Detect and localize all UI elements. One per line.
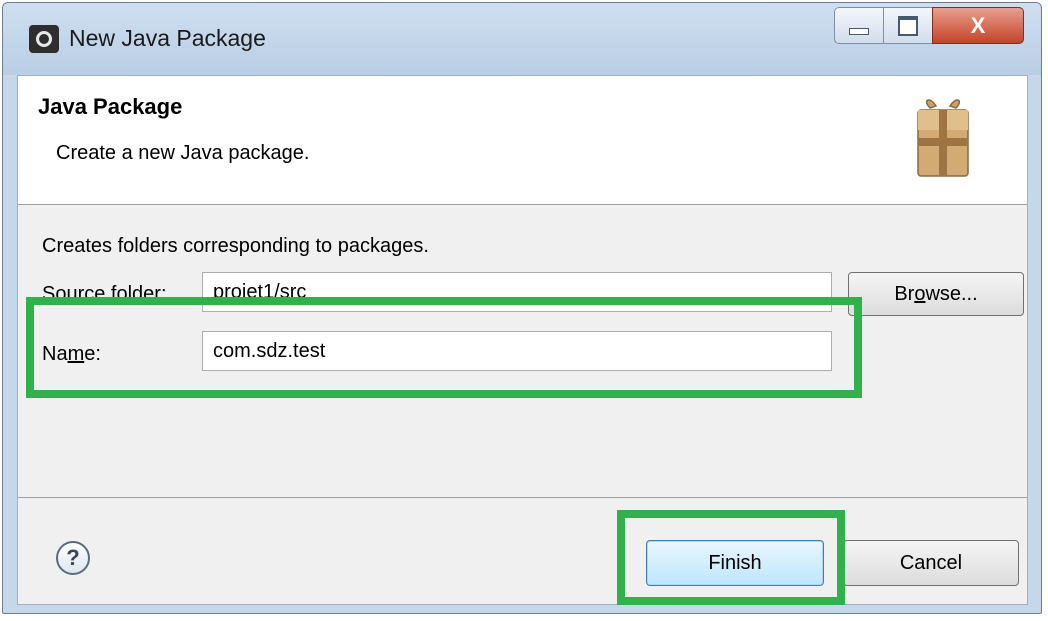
minimize-icon <box>849 28 869 35</box>
window-title: New Java Package <box>69 25 266 51</box>
cancel-button[interactable]: Cancel <box>843 540 1019 586</box>
close-button[interactable]: X <box>932 7 1024 44</box>
source-folder-input[interactable] <box>202 272 832 312</box>
help-icon[interactable]: ? <box>56 541 90 575</box>
eclipse-app-icon <box>29 25 59 53</box>
name-label-start: Na <box>42 343 68 365</box>
dialog-content: Java Package Create a new Java package. … <box>17 75 1028 605</box>
browse-label-mnemonic: o <box>914 282 926 305</box>
form-intro: Creates folders corresponding to package… <box>42 235 429 257</box>
page-title: Java Package <box>38 94 183 119</box>
minimize-button[interactable] <box>834 7 884 44</box>
maximize-button[interactable] <box>883 7 933 44</box>
browse-label-end: wse... <box>925 282 978 305</box>
browse-button[interactable]: Browse... <box>848 272 1024 316</box>
footer-divider <box>18 497 1027 498</box>
name-label-end: e: <box>84 343 101 365</box>
browse-label-start: Br <box>894 282 915 305</box>
finish-button[interactable]: Finish <box>646 540 824 586</box>
dialog-window: New Java Package X Java Package Create a… <box>2 2 1042 614</box>
name-label: Name: <box>42 343 101 366</box>
close-icon: X <box>970 12 986 38</box>
form-area: Creates folders corresponding to package… <box>18 205 1027 465</box>
source-folder-label: Source folder: <box>42 283 167 305</box>
title-bar[interactable]: New Java Package X <box>3 3 1041 75</box>
maximize-icon <box>898 15 918 36</box>
page-description: Create a new Java package. <box>56 142 310 164</box>
package-name-input[interactable] <box>202 331 832 371</box>
wizard-header: Java Package Create a new Java package. <box>18 76 1027 205</box>
package-icon <box>917 99 969 177</box>
name-label-mnemonic: m <box>67 343 85 365</box>
